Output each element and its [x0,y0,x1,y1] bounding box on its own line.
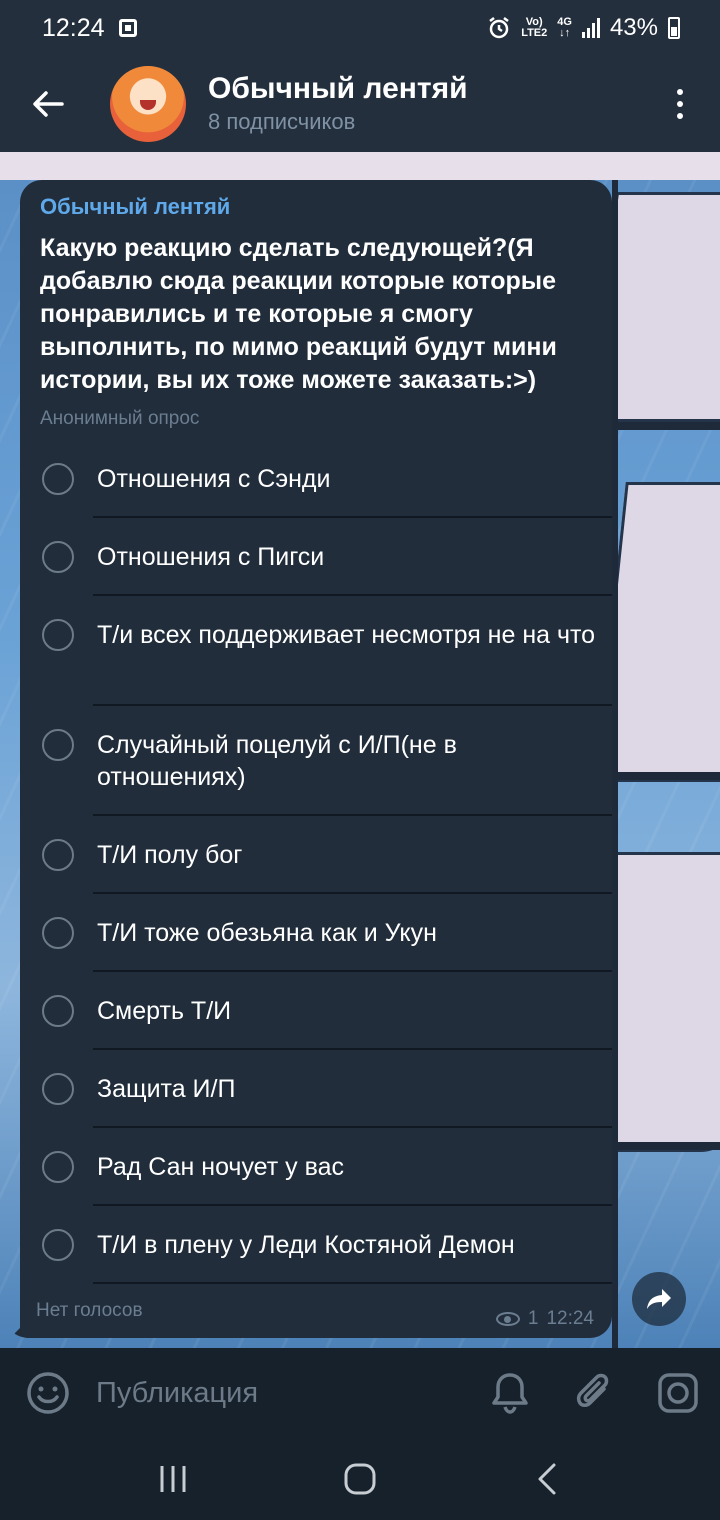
battery-percent: 43% [609,14,658,41]
nav-back-button[interactable] [507,1439,587,1519]
input-bar: Публикация [0,1348,720,1438]
view-count: 1 [527,1308,539,1329]
poll-option[interactable]: Отношения с Сэнди [20,440,612,518]
emoji-button[interactable] [0,1348,96,1438]
nav-home-icon [344,1463,376,1495]
eye-icon [495,1312,520,1326]
poll-option-label: Т/И в плену у Леди Костяной Демон [97,1231,515,1259]
volte-indicator: Vo) LTE2 [521,17,547,39]
poll-option[interactable]: Т/И в плену у Леди Костяной Демон [20,1206,612,1284]
bell-icon [492,1373,528,1414]
poll-option-label: Т/И полу бог [97,841,243,869]
poll-option[interactable]: Защита И/П [20,1050,612,1128]
radio-icon [42,1151,74,1183]
radio-icon [42,619,74,651]
back-button[interactable] [0,56,96,152]
emoji-icon [27,1372,69,1414]
nav-recents-icon [160,1466,186,1492]
poll-option-label: Отношения с Пигси [97,543,325,571]
volte-bottom: LTE2 [521,27,548,39]
share-icon [647,1289,671,1309]
poll-option-label: Защита И/П [97,1075,236,1103]
poll-option[interactable]: Отношения с Пигси [20,518,612,596]
poll-option[interactable]: Случайный поцелуй с И/П(не в отношениях) [20,706,612,816]
poll-status: Нет голосов [36,1300,143,1321]
poll-options: Отношения с Сэнди Отношения с Пигси Т/и … [20,440,612,1284]
notification-icon [118,19,137,37]
network-type: 4G ↓↑ [557,17,572,39]
poll-option[interactable]: Рад Сан ночует у вас [20,1128,612,1206]
poll-option[interactable]: Т/И тоже обезьяна как и Укун [20,894,612,972]
channel-title: Обычный лентяй [208,72,468,105]
input-actions [468,1348,720,1438]
poll-option[interactable]: Т/И полу бог [20,816,612,894]
nav-home-button[interactable] [320,1439,400,1519]
paperclip-icon [576,1373,609,1407]
radio-icon [42,541,74,573]
channel-subscribers: 8 подписчиков [208,109,356,134]
poll-type: Анонимный опрос [40,408,200,429]
poll-question: Какую реакцию сделать следующей?(Я добав… [40,234,557,394]
message-input[interactable]: Публикация [96,1377,258,1410]
poll-message[interactable]: Обычный лентяй Какую реакцию сделать сле… [20,180,612,1338]
radio-icon [42,463,74,495]
alarm-icon [489,17,509,39]
nav-recents-button[interactable] [133,1439,213,1519]
radio-icon [42,839,74,871]
channel-avatar[interactable] [110,66,186,142]
status-time: 12:24 [42,13,105,42]
poll-option[interactable]: Т/и всех поддерживает несмотря не на что [20,596,612,706]
option-divider [93,1282,612,1284]
back-arrow-icon [33,91,64,117]
attach-button[interactable] [552,1348,636,1438]
camera-button[interactable] [636,1348,720,1438]
more-options-button[interactable] [640,56,720,152]
silent-broadcast-button[interactable] [468,1348,552,1438]
radio-icon [42,995,74,1027]
poll-option-label: Смерть Т/И [97,997,232,1025]
share-button[interactable] [632,1272,686,1326]
message-time: 12:24 [546,1308,594,1329]
radio-icon [42,917,74,949]
signal-icon [581,18,600,38]
poll-option-label: Отношения с Сэнди [97,465,331,493]
nav-back-icon [538,1463,556,1495]
poll-option-label: Рад Сан ночует у вас [97,1153,344,1181]
more-vert-icon [677,89,683,95]
poll-option-label: Т/и всех поддерживает несмотря не на что [97,621,596,649]
message-sender[interactable]: Обычный лентяй [40,194,230,220]
system-nav-bar [0,1438,720,1520]
poll-option-label: Случайный поцелуй с И/П(не в отношениях) [97,731,457,791]
camera-icon [658,1373,698,1413]
radio-icon [42,1073,74,1105]
chat-header: Обычный лентяй 8 подписчиков [0,56,720,152]
radio-icon [42,1229,74,1261]
status-bar: 12:24 Vo) LTE2 4G ↓↑ 43% [0,0,720,56]
poll-option-label: Т/И тоже обезьяна как и Укун [97,919,437,947]
battery-icon [668,17,680,39]
data-arrows-icon: ↓↑ [559,27,571,39]
status-indicators: Vo) LTE2 4G ↓↑ 43% [487,14,680,42]
channel-info[interactable]: Обычный лентяй 8 подписчиков [208,71,468,137]
poll-option[interactable]: Смерть Т/И [20,972,612,1050]
radio-icon [42,729,74,761]
message-meta: 1 12:24 [495,1308,594,1330]
